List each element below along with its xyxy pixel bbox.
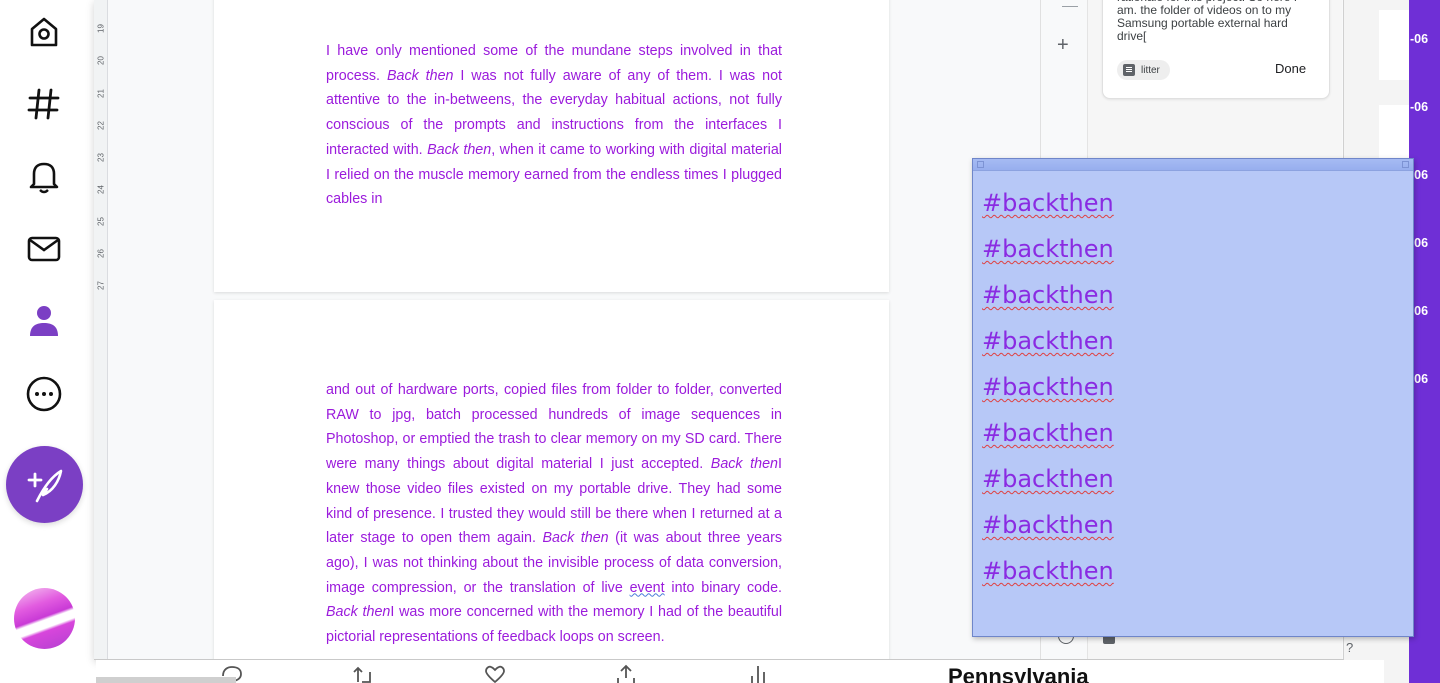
ruler-number: 23 <box>96 153 106 162</box>
sticky-text-line[interactable]: #backthen <box>982 465 1114 493</box>
text-run: into binary code. <box>664 579 782 596</box>
done-button[interactable]: Done <box>1275 61 1306 76</box>
scrollbar[interactable] <box>96 677 236 683</box>
analytics-icon[interactable] <box>746 664 770 683</box>
more-icon[interactable] <box>22 372 66 416</box>
text-run: I was more concerned with the memory I h… <box>326 604 782 646</box>
chip-label: litter <box>1141 64 1160 76</box>
zoom-box[interactable] <box>1402 161 1409 168</box>
sticky-text-line[interactable]: #backthen <box>982 235 1114 263</box>
sticky-title-bar[interactable] <box>973 159 1413 171</box>
ruler-number: 20 <box>96 56 106 65</box>
document-icon <box>1123 64 1135 76</box>
avatar[interactable] <box>14 588 75 649</box>
ruler-number: 27 <box>96 281 106 290</box>
italic-phrase: Back then <box>710 456 778 473</box>
help-icon[interactable]: ? <box>1346 640 1353 655</box>
trend-heading[interactable]: Pennsylvania <box>948 664 1089 683</box>
strip-label: -06 <box>1410 100 1429 114</box>
mail-icon[interactable] <box>22 226 66 270</box>
profile-icon[interactable] <box>22 298 66 342</box>
sticky-text-line[interactable]: #backthen <box>982 189 1114 217</box>
like-icon[interactable] <box>483 664 507 683</box>
ruler-number: 25 <box>96 217 106 226</box>
italic-phrase: Back then <box>326 604 391 621</box>
hashtag-icon[interactable] <box>22 82 66 126</box>
feather-plus-icon <box>27 469 62 502</box>
vertical-ruler: 19 20 21 22 23 24 25 26 27 <box>94 0 108 659</box>
italic-phrase: Back then <box>427 141 492 158</box>
left-sidebar <box>0 0 96 683</box>
document-paragraph[interactable]: and out of hardware ports, copied files … <box>326 378 782 650</box>
keep-note-text[interactable]: rationale for this project. So here I am… <box>1117 0 1313 43</box>
ruler-number: 22 <box>96 121 106 130</box>
sticky-text-line[interactable]: #backthen <box>982 281 1114 309</box>
share-icon[interactable] <box>614 664 638 683</box>
keep-note-card[interactable]: rationale for this project. So here I am… <box>1102 0 1330 99</box>
home-icon[interactable] <box>22 10 66 54</box>
document-page[interactable]: I have only mentioned some of the mundan… <box>214 0 889 292</box>
doc-link-chip[interactable]: litter <box>1117 60 1170 80</box>
sticky-text-line[interactable]: #backthen <box>982 511 1114 539</box>
compose-tweet-button[interactable] <box>6 446 83 523</box>
sticky-note[interactable]: #backthen #backthen #backthen #backthen … <box>972 158 1414 637</box>
background-block <box>1379 10 1409 80</box>
close-box[interactable] <box>977 161 984 168</box>
ruler-number: 26 <box>96 249 106 258</box>
document-page[interactable]: and out of hardware ports, copied files … <box>214 300 889 659</box>
strip-label: -06 <box>1410 32 1429 46</box>
italic-phrase: Back then <box>386 67 454 84</box>
ruler-number: 24 <box>96 185 106 194</box>
sticky-text-line[interactable]: #backthen <box>982 373 1114 401</box>
document-paragraph[interactable]: I have only mentioned some of the mundan… <box>326 39 782 212</box>
text-run: event <box>629 579 665 596</box>
ruler-number: 19 <box>96 24 106 33</box>
sticky-text-line[interactable]: #backthen <box>982 419 1114 447</box>
retweet-icon[interactable] <box>350 664 374 683</box>
collapse-line <box>1062 6 1078 7</box>
sticky-text-line[interactable]: #backthen <box>982 557 1114 585</box>
add-button[interactable]: + <box>1057 34 1069 57</box>
ruler-number: 21 <box>96 89 106 98</box>
bell-icon[interactable] <box>22 154 66 198</box>
italic-phrase: Back then <box>542 530 609 547</box>
sticky-text-line[interactable]: #backthen <box>982 327 1114 355</box>
